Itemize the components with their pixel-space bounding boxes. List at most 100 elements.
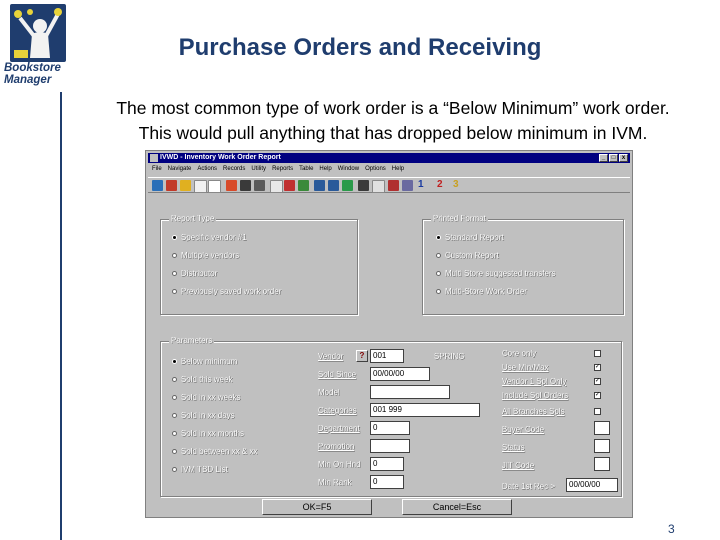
radio-sold-between[interactable]: Sold between xx & xx [172,447,257,456]
radio-dot [436,253,441,258]
radio-sold-xx-days[interactable]: Sold in xx days [172,411,235,420]
print-icon[interactable] [166,180,177,191]
add-icon[interactable] [298,180,309,191]
radio-distributor[interactable]: Distributor [172,269,217,278]
menu-item[interactable]: Records [223,164,245,174]
vendor1-spl-only-checkbox[interactable]: ✓ [594,378,601,385]
radio-dot [172,235,177,240]
radio-sold-xx-months[interactable]: Sold in xx months [172,429,244,438]
radio-label: Below minimum [181,357,238,366]
left-rule [60,92,62,540]
jit-code-field[interactable] [594,457,610,471]
radio-label: Standard Report [445,233,504,242]
menu-item[interactable]: Help [319,164,331,174]
use-min-max-checkbox[interactable]: ✓ [594,364,601,371]
radio-below-minimum[interactable]: Below minimum [172,357,237,366]
core-only-checkbox[interactable] [594,350,601,357]
radio-label: Sold in xx months [181,429,245,438]
status-field[interactable] [594,439,610,453]
buyer-code-label: Buyer Code [502,425,545,434]
app-icon [150,154,158,162]
radio-standard-report[interactable]: Standard Report [436,233,504,242]
radio-multi-store-work-order[interactable]: Multi-Store Work Order [436,287,527,296]
radio-label: Previously saved work order [181,287,282,296]
menu-item[interactable]: Utility [251,164,266,174]
sold-since-field[interactable]: 00/00/00 [370,367,430,381]
radio-dot [172,253,177,258]
radio-dot [172,271,177,276]
menu-item[interactable]: Reports [272,164,293,174]
all-branches-spls-checkbox[interactable] [594,408,601,415]
menu-item[interactable]: Actions [197,164,217,174]
min-rank-label: Min Rank [318,478,352,487]
grid-icon[interactable] [270,180,283,193]
vendor-lookup-button[interactable]: ? [356,350,368,362]
include-spl-orders-checkbox[interactable]: ✓ [594,392,601,399]
use-min-max-label: Use Min/Max [502,363,549,372]
stop-icon[interactable] [388,180,399,191]
radio-label: Multi Store suggested transfers [445,269,556,278]
radio-dot [436,289,441,294]
slide-title: Purchase Orders and Receiving [178,34,542,61]
menu-item[interactable]: Help [392,164,404,174]
ok-button[interactable]: OK=F5 [262,499,372,515]
min-onhand-field[interactable]: 0 [370,457,404,471]
binoculars-icon[interactable] [240,180,251,191]
subtitle-line2: This would pull anything that has droppe… [138,123,648,143]
menu-item[interactable]: File [152,164,162,174]
maximize-button[interactable]: □ [609,154,618,162]
window-titlebar: IVWD - Inventory Work Order Report _ □ x [148,153,630,163]
vendor-label: Vendor [318,352,344,361]
first-record-icon[interactable] [314,180,325,191]
radio-sold-this-week[interactable]: Sold this week [172,375,233,384]
date-first-rec-field[interactable]: 00/00/00 [566,478,618,492]
minimize-button[interactable]: _ [599,154,608,162]
min-rank-field[interactable]: 0 [370,475,404,489]
vendor-name: SPRING [434,352,465,361]
model-label: Model [318,388,340,397]
menu-item[interactable]: Window [338,164,359,174]
radio-specific-vendor[interactable]: Specific vendor #1 [172,233,247,242]
categories-field[interactable]: 001 999 [370,403,480,417]
cut-icon[interactable] [226,180,237,191]
help-icon[interactable] [402,180,413,191]
toolbar-number-3[interactable]: 3 [453,179,459,190]
delete-icon[interactable] [284,180,295,191]
promotion-label: Promotion [318,442,355,451]
parameters-legend: Parameters [169,336,215,345]
model-field[interactable] [370,385,450,399]
radio-custom-report[interactable]: Custom Report [436,251,499,260]
work-order-report-window: IVWD - Inventory Work Order Report _ □ x… [145,150,633,518]
open-icon[interactable] [180,180,191,191]
menu-item[interactable]: Table [299,164,313,174]
radio-dot [436,235,441,240]
menu-item[interactable]: Navigate [168,164,192,174]
buyer-code-field[interactable] [594,421,610,435]
report-type-legend: Report Type [169,214,217,223]
clock-icon[interactable] [194,180,207,193]
radio-multiple-vendors[interactable]: Multiple vendors [172,251,239,260]
toolbar-number-2[interactable]: 2 [437,179,443,190]
vendor-field[interactable]: 001 [370,349,404,363]
department-field[interactable]: 0 [370,421,410,435]
edit-icon[interactable] [372,180,385,193]
close-button[interactable]: x [619,154,628,162]
save-icon[interactable] [152,180,163,191]
radio-sold-xx-weeks[interactable]: Sold in xx weeks [172,393,241,402]
next-record-icon[interactable] [358,180,369,191]
logo-line2: Manager [4,74,52,86]
radio-previously-saved[interactable]: Previously saved work order [172,287,281,296]
cancel-button[interactable]: Cancel=Esc [402,499,512,515]
toolbar-number-1[interactable]: 1 [418,179,424,190]
radio-multi-store-transfers[interactable]: Multi Store suggested transfers [436,269,556,278]
find-icon[interactable] [254,180,265,191]
radio-ivm-tbd-list[interactable]: IVM TBD List [172,465,228,474]
menu-item[interactable]: Options [365,164,386,174]
promotion-field[interactable] [370,439,410,453]
check-icon[interactable] [342,180,353,191]
prev-record-icon[interactable] [328,180,339,191]
date-first-rec-label: Date 1st Rec > [502,482,556,491]
radio-label: Multi-Store Work Order [445,287,528,296]
toolbar: 1 2 3 [148,177,630,193]
document-icon[interactable] [208,180,221,193]
